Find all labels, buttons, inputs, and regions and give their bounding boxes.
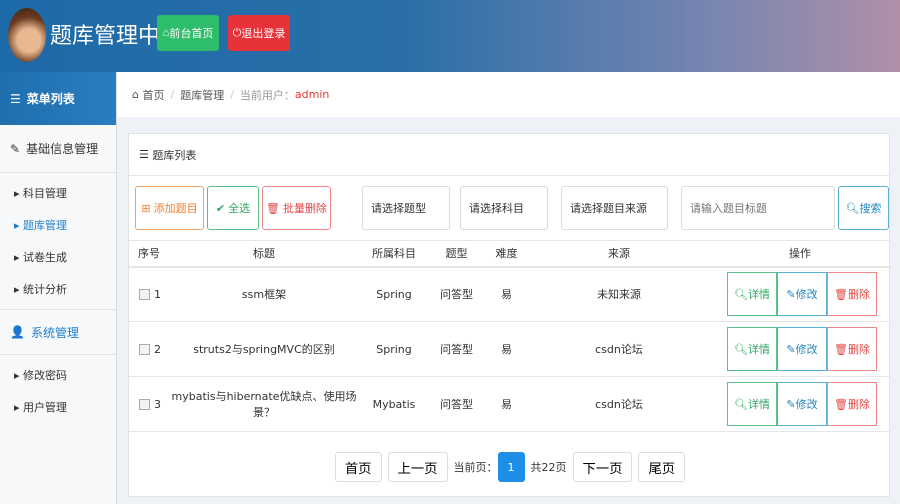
list-icon: ☰: [139, 148, 153, 161]
col-actions: 操作: [709, 240, 891, 268]
delete-button[interactable]: 🗑 删除: [827, 382, 877, 426]
detail-button[interactable]: 🔍︎ 详情: [727, 272, 777, 317]
col-type: 题型: [429, 240, 484, 268]
detail-button[interactable]: 🔍︎ 详情: [727, 382, 777, 426]
logout-button[interactable]: ⏻ 退出登录: [228, 15, 290, 51]
panel-title: ☰ 题库列表: [129, 134, 889, 176]
home-icon: ⌂: [132, 88, 143, 101]
row-checkbox[interactable]: [139, 289, 150, 301]
row-source: csdn论坛: [529, 321, 709, 377]
row-difficulty: 易: [484, 266, 529, 322]
col-no: 序号: [129, 240, 169, 268]
prev-page-button[interactable]: 上一页: [387, 452, 448, 482]
edit-button[interactable]: ✎ 修改: [777, 327, 827, 371]
breadcrumb-home[interactable]: 首页: [142, 87, 164, 103]
col-difficulty: 难度: [484, 240, 529, 268]
delete-button[interactable]: 🗑 删除: [827, 272, 877, 317]
sidebar-item-questions[interactable]: ▸ 题库管理: [0, 209, 116, 241]
row-checkbox[interactable]: [139, 344, 150, 355]
col-source: 来源: [529, 240, 709, 268]
total-pages: 共22页: [530, 461, 567, 474]
detail-button[interactable]: 🔍︎ 详情: [727, 327, 777, 371]
batch-delete-button[interactable]: 🗑 批量删除: [262, 186, 331, 230]
add-question-button[interactable]: ⊞ 添加题目: [135, 186, 204, 230]
row-type: 问答型: [429, 266, 484, 322]
row-source: csdn论坛: [529, 376, 709, 432]
title-search-input[interactable]: [681, 186, 835, 230]
row-type: 问答型: [429, 321, 484, 377]
first-page-button[interactable]: 首页: [334, 452, 382, 482]
user-icon: 👤: [10, 325, 25, 339]
row-no: 3: [154, 397, 161, 411]
pagination: 首页 上一页 当前页： 1 共22页 下一页 尾页: [129, 452, 891, 482]
table-row: 3 mybatis与hibernate优缺点、使用场景？ Mybatis 问答型…: [129, 376, 891, 432]
last-page-button[interactable]: 尾页: [638, 452, 686, 482]
row-no: 1: [154, 287, 161, 301]
row-title: struts2与springMVC的区别: [169, 321, 359, 377]
home-icon: ⌂: [162, 27, 170, 39]
search-button[interactable]: 🔍︎ 搜索: [838, 186, 889, 230]
search-icon: 🔍︎: [845, 202, 860, 215]
question-table: 序号 标题 所属科目 题型 难度 来源 操作 1 ssm框架 Spring 问答…: [129, 240, 891, 432]
sidebar-item-subjects[interactable]: ▸ 科目管理: [0, 177, 116, 209]
row-difficulty: 易: [484, 376, 529, 432]
sidebar-item-stats[interactable]: ▸ 统计分析: [0, 273, 116, 305]
subject-select[interactable]: 请选择科目: [460, 186, 548, 230]
header: 题库管理中心 ⌂ 前台首页 ⏻ 退出登录: [0, 0, 900, 72]
table-row: 1 ssm框架 Spring 问答型 易 未知来源 🔍︎ 详情 ✎ 修改 🗑 删除: [129, 266, 891, 322]
row-source: 未知来源: [529, 266, 709, 322]
edit-button[interactable]: ✎ 修改: [777, 382, 827, 426]
source-select[interactable]: 请选择题目来源: [561, 186, 668, 230]
select-all-button[interactable]: ✔ 全选: [207, 186, 259, 230]
breadcrumb: ⌂ 首页 / 题库管理 / 当前用户： admin: [117, 72, 900, 117]
row-subject: Spring: [359, 266, 429, 322]
sidebar-item-papers[interactable]: ▸ 试卷生成: [0, 241, 116, 273]
menu-icon: ☰: [10, 91, 21, 106]
breadcrumb-section: 题库管理: [180, 88, 225, 102]
current-page[interactable]: 1: [497, 452, 525, 482]
delete-button[interactable]: 🗑 删除: [827, 327, 877, 371]
current-page-label: 当前页：: [453, 461, 498, 474]
col-title: 标题: [169, 240, 359, 268]
row-subject: Spring: [359, 321, 429, 377]
sidebar-group-basic[interactable]: ✎ 基础信息管理: [0, 125, 116, 173]
sidebar: ☰ 菜单列表 ✎ 基础信息管理 ▸ 科目管理 ▸ 题库管理 ▸ 试卷生成 ▸ 统计分…: [0, 72, 117, 504]
row-subject: Mybatis: [359, 376, 429, 432]
home-button[interactable]: ⌂ 前台首页: [157, 15, 219, 51]
table-row: 2 struts2与springMVC的区别 Spring 问答型 易 csdn…: [129, 321, 891, 377]
current-user: admin: [294, 88, 330, 101]
row-title: mybatis与hibernate优缺点、使用场景？: [169, 376, 359, 432]
sidebar-item-password[interactable]: ▸ 修改密码: [0, 359, 116, 391]
row-type: 问答型: [429, 376, 484, 432]
avatar: [8, 8, 46, 62]
question-list-panel: ☰ 题库列表 ⊞ 添加题目 ✔ 全选 🗑 批量删除 请选择题型 请选择科目 请选…: [128, 133, 891, 497]
sidebar-item-users[interactable]: ▸ 用户管理: [0, 391, 116, 423]
row-difficulty: 易: [484, 321, 529, 377]
type-select[interactable]: 请选择题型: [362, 186, 450, 230]
col-subject: 所属科目: [359, 240, 429, 268]
edit-button[interactable]: ✎ 修改: [777, 272, 827, 317]
edit-icon: ✎: [10, 141, 21, 156]
sidebar-group-system[interactable]: 👤 系统管理: [0, 309, 116, 355]
row-no: 2: [154, 342, 161, 356]
power-icon: ⏻: [232, 26, 242, 39]
sidebar-heading: ☰ 菜单列表: [0, 72, 116, 125]
next-page-button[interactable]: 下一页: [572, 452, 633, 482]
row-title: ssm框架: [169, 266, 359, 322]
row-checkbox[interactable]: [139, 399, 150, 410]
current-user-label: 当前用户：: [239, 88, 295, 102]
